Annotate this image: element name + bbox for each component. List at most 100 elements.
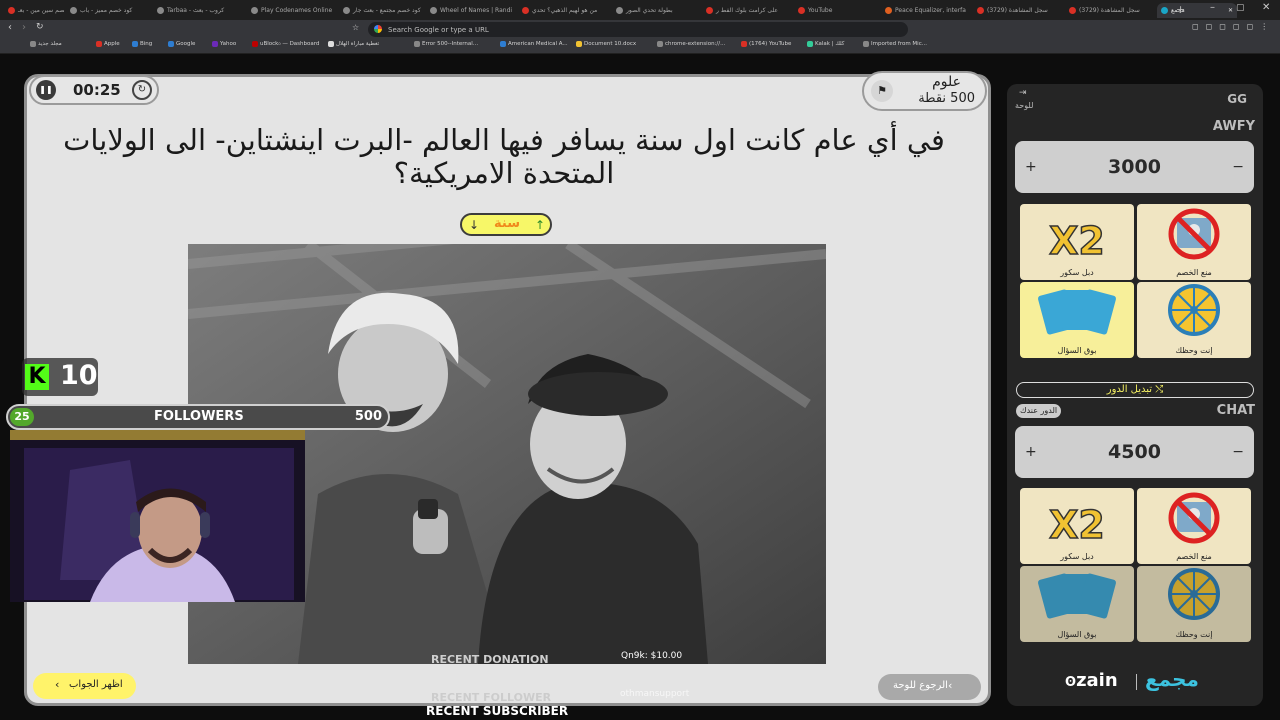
board-label: للوحة	[1015, 101, 1034, 110]
forward-icon[interactable]: ›	[22, 22, 26, 33]
minimize-button[interactable]: –	[1210, 2, 1215, 13]
maximize-button[interactable]: ▢	[1236, 3, 1245, 13]
pause-button[interactable]: ❚❚	[36, 80, 56, 100]
browser-tab[interactable]: كود خصم سين مين - بعـ	[4, 3, 64, 18]
cards-icon	[1038, 573, 1116, 619]
bookmark-item[interactable]: Error 500--Internal...	[414, 41, 478, 47]
back-icon[interactable]: ‹	[8, 22, 12, 33]
browser-tab[interactable]: مجمع ✕	[1157, 3, 1237, 18]
board-exit-icon[interactable]: ⇥	[1019, 88, 1027, 98]
browser-tab[interactable]: (3729) سجل المشاهدة	[1065, 3, 1155, 18]
bookmark-star-icon[interactable]: ☆	[352, 23, 359, 32]
points-label: 500 نقطة	[918, 91, 975, 106]
bookmark-item[interactable]: Bing	[132, 41, 152, 47]
url-input[interactable]: Search Google or type a URL	[368, 22, 908, 37]
browser-tab[interactable]: كود خصم مجتمع - بعث جار	[339, 3, 424, 18]
kick-logo-icon: K	[25, 364, 49, 390]
increase-score-button[interactable]: +	[1025, 444, 1037, 460]
x2-icon: X2	[1048, 218, 1105, 264]
new-tab-button[interactable]: +	[1176, 3, 1185, 16]
bookmark-item[interactable]: chrome-extension://...	[657, 41, 725, 47]
tab-label: Peace Equalizer, interfa	[895, 7, 966, 14]
bookmark-item[interactable]: Document 10.docx	[576, 41, 636, 47]
reload-icon[interactable]: ↻	[36, 22, 44, 32]
browser-tab[interactable]: كود خصم مميز - باب	[66, 3, 151, 18]
card-label: إنت وحظك	[1175, 346, 1213, 355]
card-double-score[interactable]: X2 دبل سكور	[1020, 204, 1134, 280]
bookmark-favicon-icon	[212, 41, 218, 47]
team1-name: AWFY	[1212, 119, 1255, 134]
team1-score-box: + 3000 −	[1015, 141, 1254, 193]
teams-panel: ⇥ للوحة GG AWFY + 3000 − منع الخصم X2 دب…	[1007, 84, 1263, 706]
tab-label: YouTube	[808, 7, 833, 14]
close-window-button[interactable]: ✕	[1262, 2, 1270, 13]
timer-text: 00:25	[73, 81, 121, 99]
card-label: بوق السؤال	[1057, 630, 1097, 639]
close-tab-icon[interactable]: ✕	[1228, 7, 1233, 14]
browser-tab[interactable]: (3729) سجل المشاهدة	[973, 3, 1063, 18]
card-luck[interactable]: إنت وحظك	[1137, 282, 1251, 358]
card-double-score[interactable]: X2 دبل سكور	[1020, 488, 1134, 564]
bookmark-item[interactable]: (1764) YouTube	[741, 41, 791, 47]
bookmark-favicon-icon	[500, 41, 506, 47]
followers-label: FOLLOWERS	[154, 409, 244, 424]
tab-favicon-icon	[798, 7, 805, 14]
card-steal-question[interactable]: بوق السؤال	[1020, 566, 1134, 642]
bookmark-item[interactable]: Yahoo	[212, 41, 236, 47]
tab-label: على كرامت بلوك الفط ر	[716, 7, 778, 14]
browser-tab[interactable]: Play Codenames Online	[247, 3, 337, 18]
followers-current: 25	[10, 408, 34, 426]
decrease-score-button[interactable]: −	[1232, 444, 1244, 460]
team-top-tag: GG	[1227, 92, 1247, 106]
card-luck[interactable]: إنت وحظك	[1137, 566, 1251, 642]
bookmark-item[interactable]: مجلد جديد	[30, 41, 62, 47]
tab-label: كود خصم مميز - باب	[80, 7, 133, 14]
switch-turn-button[interactable]: ⤭ تبديل الدور	[1016, 382, 1254, 398]
browser-tab[interactable]: بطولة تحدي الصور	[612, 3, 700, 18]
bookmark-item[interactable]: تغطية مباراة الهلال	[328, 41, 379, 47]
donation-value: Qn9k: $10.00	[621, 651, 683, 661]
browser-tab[interactable]: على كرامت بلوك الفط ر	[702, 3, 792, 18]
tab-label: Play Codenames Online	[261, 7, 333, 14]
tab-favicon-icon	[430, 7, 437, 14]
bookmark-item[interactable]: Apple	[96, 41, 120, 47]
chevron-left-icon: ‹	[948, 679, 953, 692]
cards-icon	[1038, 289, 1116, 335]
tab-label: (3729) سجل المشاهدة	[987, 7, 1048, 14]
recent-follower-label: RECENT FOLLOWER	[431, 691, 552, 704]
browser-tab[interactable]: Tarbaa - كروب - بعث	[153, 3, 245, 18]
card-block-opponent[interactable]: منع الخصم	[1137, 488, 1251, 564]
bookmark-item[interactable]: Google	[168, 41, 195, 47]
bookmark-item[interactable]: Kalak | كلك	[807, 41, 844, 47]
show-answer-button[interactable]: ‹ اظهر الجواب	[33, 673, 136, 699]
chevron-left-icon: ‹	[55, 678, 60, 691]
svg-text:X2: X2	[1049, 219, 1105, 263]
flag-icon[interactable]: ⚑	[871, 80, 893, 102]
card-label: دبل سكور	[1060, 552, 1094, 561]
google-icon	[374, 25, 382, 33]
back-to-board-button[interactable]: ‹ الرجوع للوحة	[878, 674, 981, 700]
tab-label: Tarbaa - كروب - بعث	[167, 7, 225, 14]
reset-timer-button[interactable]: ↻	[132, 80, 152, 100]
bookmark-item[interactable]: uBlock₀ — Dashboard	[252, 41, 319, 47]
decrease-score-button[interactable]: −	[1232, 159, 1244, 175]
tab-favicon-icon	[70, 7, 77, 14]
answer-type-label: سنة	[494, 216, 520, 231]
wheel-icon	[1168, 284, 1220, 336]
browser-toolbar-icons[interactable]: ◻◻◻◻◻⋮	[1192, 22, 1275, 31]
bookmark-item[interactable]: Imported from Mic...	[863, 41, 927, 47]
bookmark-item[interactable]: American Medical A...	[500, 41, 568, 47]
card-steal-question[interactable]: بوق السؤال	[1020, 282, 1134, 358]
card-block-opponent[interactable]: منع الخصم	[1137, 204, 1251, 280]
tab-label: Wheel of Names | Randi	[440, 7, 513, 14]
browser-tab[interactable]: YouTube	[794, 3, 879, 18]
browser-tab[interactable]: من هو لهيم الذهبي؟ تحدي	[518, 3, 610, 18]
kick-count: 10	[60, 360, 98, 391]
increase-score-button[interactable]: +	[1025, 159, 1037, 175]
browser-tab[interactable]: Peace Equalizer, interfa	[881, 3, 971, 18]
arrow-up-button[interactable]: ↑	[532, 217, 548, 233]
browser-tab[interactable]: Wheel of Names | Randi	[426, 3, 516, 18]
question-badge: ⚑ علوم 500 نقطة	[862, 71, 987, 111]
arrow-down-button[interactable]: ↓	[466, 217, 482, 233]
block-icon	[1168, 208, 1220, 260]
